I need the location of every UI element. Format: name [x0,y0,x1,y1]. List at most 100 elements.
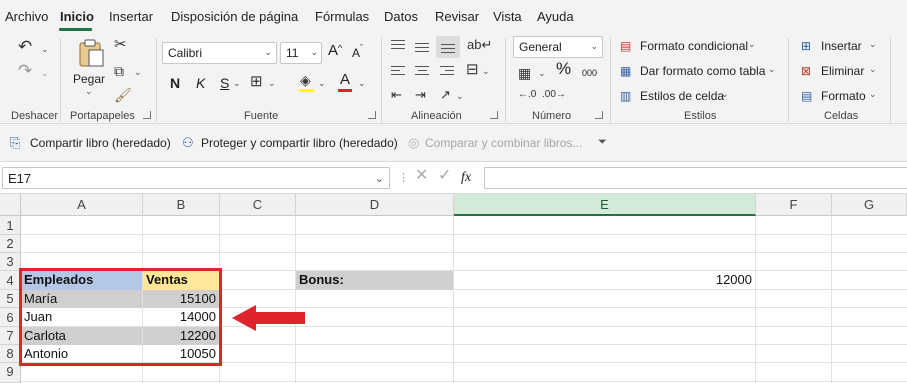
protect-share-icon[interactable]: ⚇ [182,136,194,150]
select-all-corner[interactable] [0,194,21,216]
cut-icon[interactable]: ✂ [114,37,127,52]
row-header-4[interactable]: 4 [0,271,21,290]
increase-decimal-icon[interactable]: ←.0 [518,88,536,102]
row-header-3[interactable]: 3 [0,253,21,271]
align-middle-icon[interactable] [415,43,429,55]
insert-cells-button[interactable]: ⊞ Insertar ⌄ [801,38,881,56]
font-color-button[interactable]: A [340,72,350,87]
font-name-dropdown[interactable]: Calibri ⌄ [162,42,277,64]
tab-disposicion-pagina[interactable]: Disposición de página [171,9,298,24]
name-box[interactable]: E17 ⌄ [2,167,390,189]
decrease-decimal-icon[interactable]: .00→ [542,88,566,102]
underline-dropdown-icon[interactable]: ⌄ [233,78,241,89]
tab-insertar[interactable]: Insertar [109,9,153,24]
merge-dropdown-icon[interactable]: ⌄ [482,66,490,77]
formula-input[interactable] [484,167,907,189]
align-center-icon[interactable] [415,66,429,78]
clipboard-launcher-icon[interactable] [143,111,151,119]
column-header-c[interactable]: C [220,194,296,216]
column-header-b[interactable]: B [143,194,220,216]
format-painter-icon[interactable]: 🖌 [114,88,132,102]
column-header-a[interactable]: A [21,194,143,216]
number-format-dropdown[interactable]: General ⌄ [513,36,603,58]
fill-color-dropdown-icon[interactable]: ⌄ [318,78,326,89]
row-header-8[interactable]: 8 [0,345,21,363]
tab-datos[interactable]: Datos [384,9,418,24]
borders-dropdown-icon[interactable]: ⌄ [268,78,276,89]
row-header-1[interactable]: 1 [0,216,21,235]
tab-vista[interactable]: Vista [493,9,522,24]
alignment-launcher-icon[interactable] [490,111,498,119]
chevron-down-icon: ⌄ [748,39,756,49]
format-as-table-label: Dar formato como tabla [640,64,766,78]
format-cells-button[interactable]: ▤ Formato ⌄ [801,88,881,106]
insert-cells-label: Insertar [821,39,862,53]
decrease-indent-icon[interactable]: ⇤ [391,88,402,102]
row-header-7[interactable]: 7 [0,327,21,345]
align-bottom-button[interactable] [436,36,460,58]
tab-archivo[interactable]: Archivo [5,9,48,24]
fill-color-icon[interactable]: ◈ [300,73,311,87]
wrap-text-icon[interactable]: ab↵ [467,38,492,52]
orientation-icon[interactable]: ↗ [440,88,451,102]
cell-d4-bonus-label[interactable]: Bonus: [296,271,453,290]
undo-dropdown-icon[interactable]: ⌄ [41,44,49,55]
undo-icon[interactable]: ↶ [18,38,32,55]
column-header-g[interactable]: G [832,194,907,216]
column-header-e[interactable]: E [454,194,756,216]
borders-icon[interactable]: ⊞ [250,74,263,89]
row-header-2[interactable]: 2 [0,235,21,253]
copy-icon[interactable]: ⧉ [114,64,124,78]
more-options-icon[interactable]: ⏷ [598,136,607,149]
italic-button[interactable]: K [196,76,205,90]
merge-cells-icon[interactable]: ⊟ [466,62,479,77]
protect-share-button[interactable]: Proteger y compartir libro (heredado) [201,136,398,150]
row-header-6[interactable]: 6 [0,308,21,327]
align-left-icon[interactable] [391,66,405,78]
accounting-dropdown-icon[interactable]: ⌄ [538,68,546,79]
accounting-format-icon[interactable]: ▦ [518,66,531,80]
cell-e4-bonus-value[interactable]: 12000 [454,271,755,290]
font-launcher-icon[interactable] [368,111,376,119]
conditional-formatting-button[interactable]: ▤ Formato condicional ⌄ [620,38,760,56]
cancel-entry-icon[interactable]: ✕ [415,168,428,184]
compare-merge-button: Comparar y combinar libros... [425,136,583,150]
tab-formulas[interactable]: Fórmulas [315,9,369,24]
shrink-font-button[interactable]: A [352,46,360,60]
redo-dropdown-icon[interactable]: ⌄ [41,68,49,79]
thousands-separator-button[interactable]: 000 [582,66,597,80]
align-top-icon[interactable] [391,40,405,52]
tab-revisar[interactable]: Revisar [435,9,479,24]
confirm-entry-icon[interactable]: ✓ [438,168,451,184]
percent-button[interactable]: % [556,60,571,77]
bold-button[interactable]: N [170,76,180,90]
format-as-table-button[interactable]: ▦ Dar formato como tabla ⌄ [620,63,780,81]
column-header-d[interactable]: D [296,194,454,216]
increase-indent-icon[interactable]: ⇥ [415,88,426,102]
paste-dropdown-icon: ⌄ [85,86,93,96]
more-dots-icon[interactable]: ⋮ [398,171,409,185]
font-color-swatch [338,89,352,92]
insert-function-button[interactable]: fx [461,171,471,185]
tab-ayuda[interactable]: Ayuda [537,9,574,24]
row-header-5[interactable]: 5 [0,290,21,308]
gridline [21,234,907,235]
font-color-dropdown-icon[interactable]: ⌄ [358,78,366,89]
orientation-dropdown-icon[interactable]: ⌄ [456,91,464,102]
column-header-f[interactable]: F [756,194,832,216]
grow-font-button[interactable]: A [328,43,338,58]
row-header-9[interactable]: 9 [0,363,21,383]
number-launcher-icon[interactable] [595,111,603,119]
copy-dropdown-icon[interactable]: ⌄ [134,67,142,78]
underline-button[interactable]: S [220,76,229,90]
chevron-down-icon: ⌄ [869,64,877,74]
cell-styles-button[interactable]: ▥ Estilos de celda ⌄ [620,88,735,106]
delete-cells-button[interactable]: ⊠ Eliminar ⌄ [801,63,881,81]
paste-button[interactable]: Pegar ⌄ [70,36,110,98]
share-workbook-button[interactable]: Compartir libro (heredado) [30,136,171,150]
share-workbook-icon[interactable]: ⎘ [10,136,20,150]
tab-inicio[interactable]: Inicio [60,9,94,24]
align-right-icon[interactable] [440,66,454,78]
redo-icon[interactable]: ↷ [18,62,32,79]
font-size-dropdown[interactable]: 11 ⌄ [280,42,322,64]
